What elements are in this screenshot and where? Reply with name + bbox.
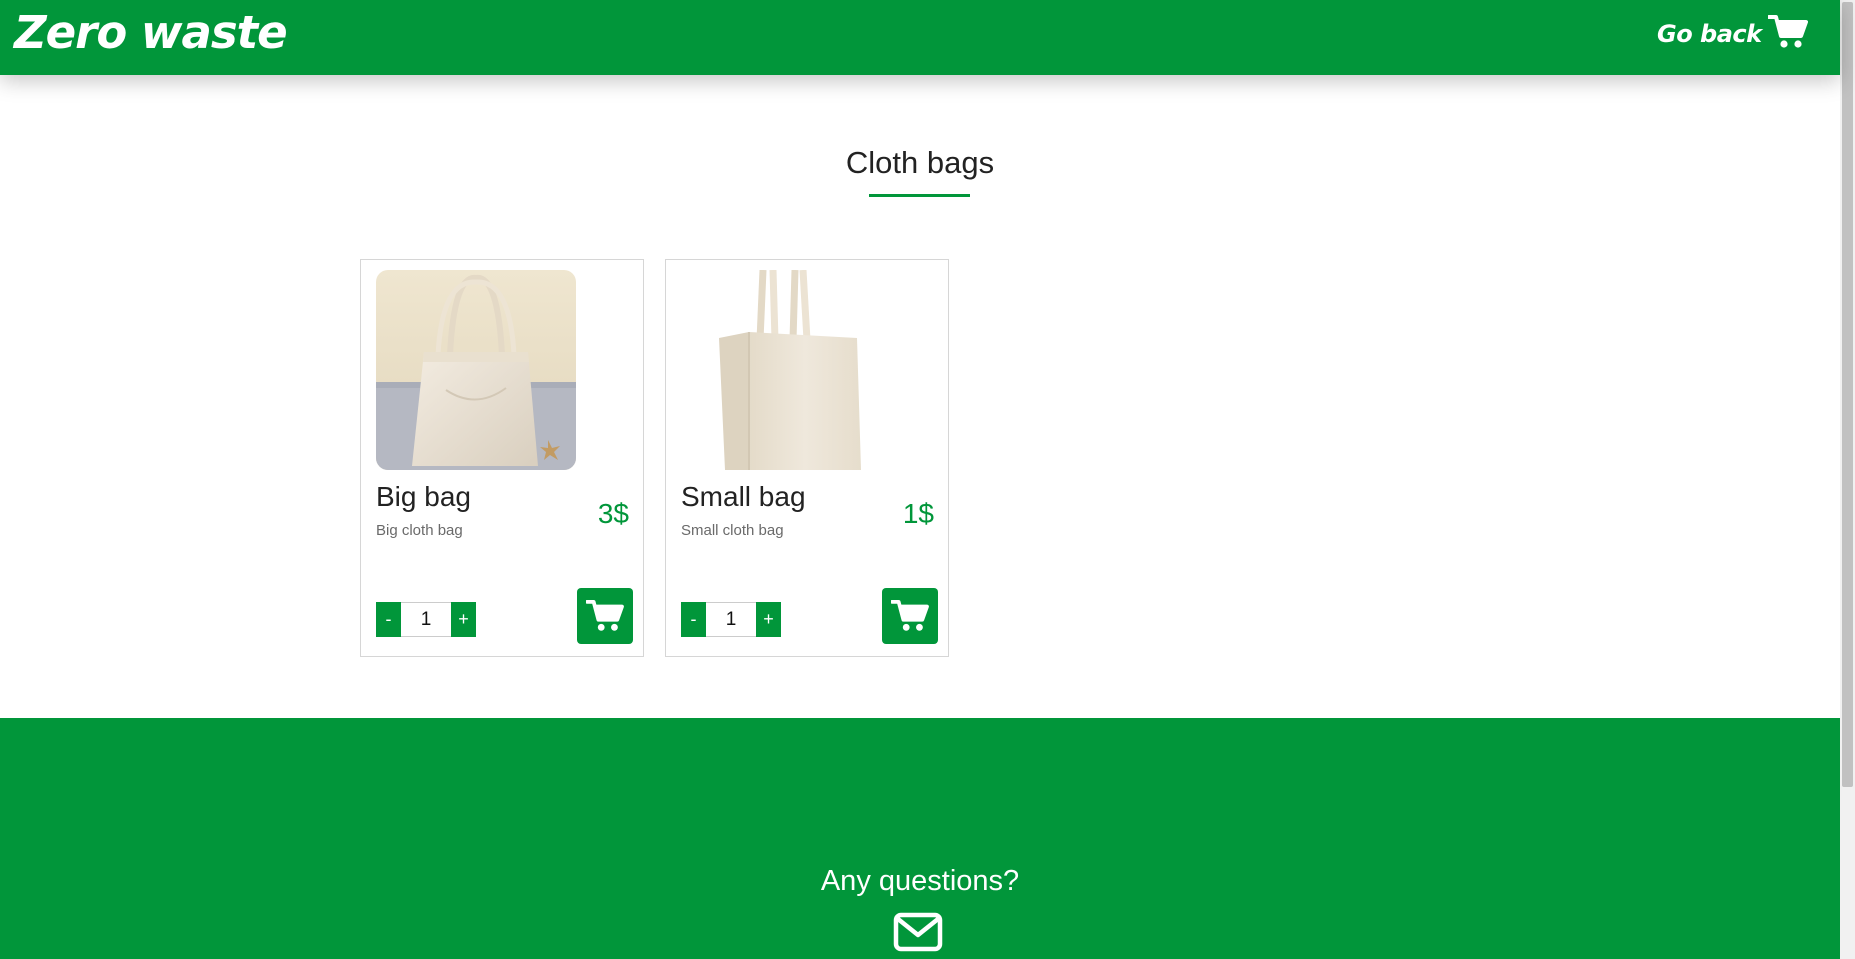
go-back-link[interactable]: Go back — [1657, 20, 1762, 48]
page-scrollbar[interactable] — [1840, 0, 1855, 959]
increase-quantity-button[interactable]: + — [756, 602, 781, 637]
product-name: Small bag — [681, 481, 806, 512]
scrollbar-thumb[interactable] — [1842, 2, 1853, 787]
product-card: Big bag Big cloth bag 3$ - + — [360, 259, 644, 657]
cart-icon[interactable] — [1767, 14, 1808, 50]
add-to-cart-button[interactable] — [882, 588, 938, 644]
decrease-quantity-button[interactable]: - — [681, 602, 706, 637]
increase-quantity-button[interactable]: + — [451, 602, 476, 637]
product-description: Small cloth bag — [681, 522, 784, 539]
product-image-big-bag — [376, 270, 576, 470]
add-to-cart-button[interactable] — [577, 588, 633, 644]
footer: Any questions? — [0, 718, 1840, 959]
decrease-quantity-button[interactable]: - — [376, 602, 401, 637]
top-navbar: Zero waste Go back — [0, 0, 1840, 75]
product-description: Big cloth bag — [376, 522, 463, 539]
product-price: 3$ — [597, 498, 629, 529]
cart-icon — [891, 599, 929, 631]
product-image-small-bag — [681, 270, 881, 470]
site-logo[interactable]: Zero waste — [14, 6, 288, 59]
title-underline — [869, 194, 970, 197]
quantity-stepper: - + — [376, 602, 476, 637]
product-name: Big bag — [376, 481, 471, 512]
quantity-stepper: - + — [681, 602, 781, 637]
envelope-icon[interactable] — [893, 912, 943, 952]
product-price: 1$ — [902, 498, 934, 529]
product-card: Small bag Small cloth bag 1$ - + — [665, 259, 949, 657]
cart-icon — [586, 599, 624, 631]
quantity-input[interactable] — [401, 602, 451, 637]
quantity-input[interactable] — [706, 602, 756, 637]
contact-heading: Any questions? — [820, 865, 1020, 897]
page-title: Cloth bags — [845, 145, 995, 180]
